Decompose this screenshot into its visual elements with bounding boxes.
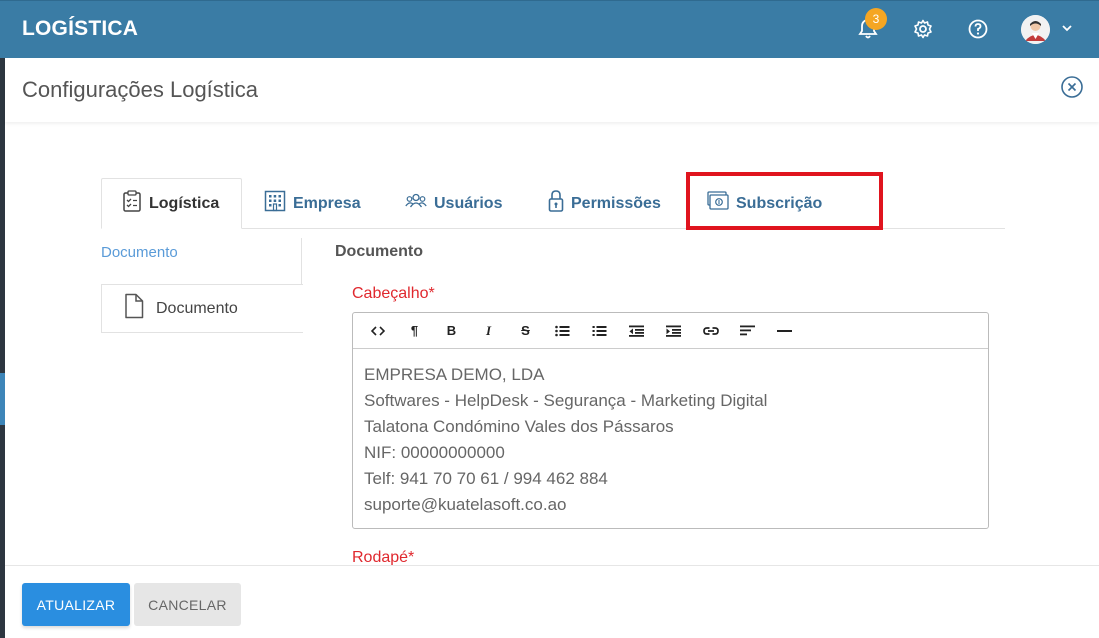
editor-toolbar: ¶ B I S (353, 313, 988, 349)
link-button[interactable] (692, 317, 729, 345)
strikethrough-button[interactable]: S (507, 317, 544, 345)
tab-logistica[interactable]: Logística (101, 178, 242, 229)
users-icon (405, 193, 427, 214)
editor-line: NIF: 00000000000 (364, 443, 505, 462)
italic-button[interactable]: I (470, 317, 507, 345)
avatar[interactable] (1021, 15, 1050, 44)
horizontal-rule-button[interactable] (766, 317, 803, 345)
tab-permissoes[interactable]: Permissões (548, 178, 661, 229)
file-icon (124, 293, 144, 324)
subnav-item-label: Documento (156, 299, 238, 317)
top-bar: LOGÍSTICA 3 (0, 0, 1099, 58)
chevron-down-icon[interactable] (1060, 21, 1074, 40)
code-view-button[interactable] (359, 317, 396, 345)
editor-content[interactable]: EMPRESA DEMO, LDA Softwares - HelpDesk -… (353, 349, 988, 528)
help-icon[interactable] (965, 16, 991, 42)
indent-button[interactable] (655, 317, 692, 345)
section-title: Documento (335, 243, 423, 260)
align-left-button[interactable] (729, 317, 766, 345)
left-edge-accent (0, 373, 5, 425)
ordered-list-button[interactable] (581, 317, 618, 345)
paragraph-button[interactable]: ¶ (396, 317, 433, 345)
notification-badge: 3 (865, 8, 887, 30)
editor-line: suporte@kuatelasoft.co.ao (364, 495, 567, 514)
editor-line: EMPRESA DEMO, LDA (364, 365, 545, 384)
gear-icon[interactable] (910, 16, 936, 42)
editor-line: Telf: 941 70 70 61 / 994 462 884 (364, 469, 608, 488)
tab-label: Empresa (293, 194, 361, 212)
outdent-button[interactable] (618, 317, 655, 345)
tab-label: Permissões (571, 194, 661, 212)
footer-divider (5, 565, 1099, 566)
left-edge (0, 58, 5, 638)
dialog-header: Configurações Logística (5, 58, 1099, 122)
app-title: LOGÍSTICA (22, 17, 139, 40)
tab-label: Logística (149, 194, 220, 212)
subnav-item-documento[interactable]: Documento (101, 284, 303, 333)
editor-line: Softwares - HelpDesk - Segurança - Marke… (364, 391, 768, 410)
editor-line: Talatona Condómino Vales dos Pássaros (364, 417, 674, 436)
checklist-icon (122, 190, 142, 217)
building-icon (264, 190, 286, 217)
tab-label: Usuários (434, 194, 503, 212)
update-button[interactable]: ATUALIZAR (22, 583, 130, 626)
lock-icon (548, 189, 564, 218)
cancel-button[interactable]: CANCELAR (134, 583, 241, 626)
header-rich-text-editor[interactable]: ¶ B I S EMPRESA DEMO, LDA Softwares - He… (352, 312, 989, 529)
unordered-list-button[interactable] (544, 317, 581, 345)
header-field-label: Cabeçalho* (352, 285, 435, 302)
subnav-header[interactable]: Documento (101, 244, 178, 261)
dialog-title: Configurações Logística (22, 77, 259, 102)
subnav-divider (301, 238, 302, 284)
close-icon[interactable] (1061, 76, 1083, 98)
tab-usuarios[interactable]: Usuários (405, 178, 502, 229)
bold-button[interactable]: B (433, 317, 470, 345)
tab-empresa[interactable]: Empresa (264, 178, 361, 229)
highlight-box (686, 172, 883, 230)
